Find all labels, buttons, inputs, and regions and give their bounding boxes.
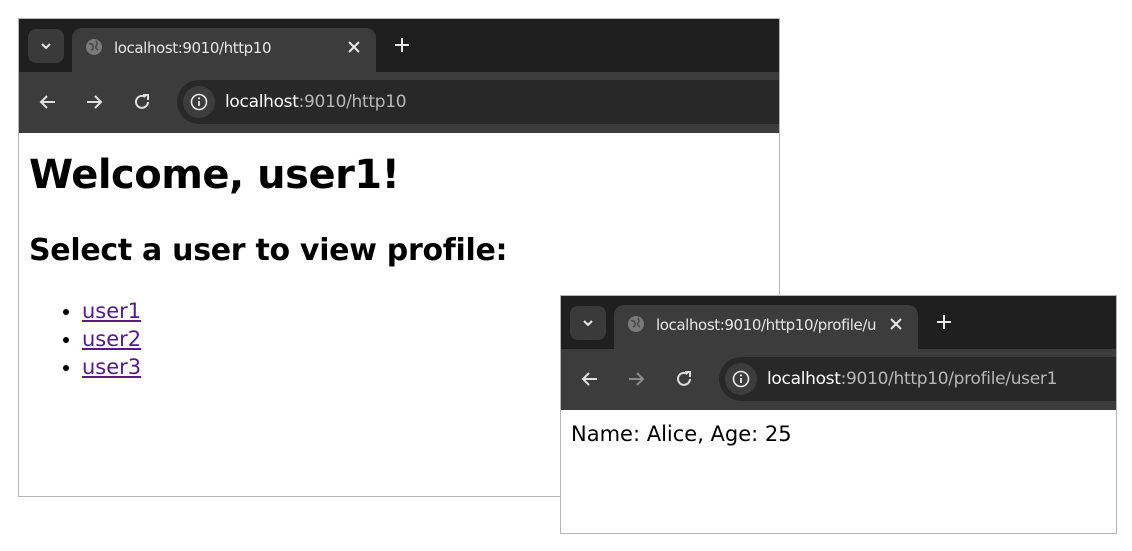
url-path: :9010/http10 <box>298 92 407 112</box>
page-content: Name: Alice, Age: 25 <box>561 422 1116 446</box>
reload-icon[interactable] <box>131 91 153 113</box>
site-info-button[interactable] <box>183 86 215 118</box>
arrow-right-icon[interactable] <box>83 91 105 113</box>
tab-search-button[interactable] <box>28 29 64 63</box>
url-path: :9010/http10/profile/user1 <box>840 369 1058 389</box>
arrow-left-icon[interactable] <box>579 368 601 390</box>
browser-toolbar: localhost:9010/http10/profile/user1 <box>561 349 1116 410</box>
url-text: localhost:9010/http10/profile/user1 <box>767 368 1057 390</box>
plus-icon[interactable] <box>393 36 411 54</box>
reload-icon[interactable] <box>673 368 695 390</box>
tab-active[interactable]: localhost:9010/http10 <box>72 28 376 72</box>
user-link-1[interactable]: user1 <box>82 299 141 323</box>
globe-icon <box>628 316 644 332</box>
address-bar[interactable]: localhost:9010/http10/profile/user1 <box>719 357 1116 401</box>
url-host: localhost <box>767 369 841 389</box>
tab-strip: localhost:9010/http10 <box>19 19 779 72</box>
info-icon <box>190 93 208 111</box>
page-subheading: Select a user to view profile: <box>29 233 508 268</box>
address-bar[interactable]: localhost:9010/http10 <box>177 80 779 124</box>
close-icon[interactable] <box>888 316 904 332</box>
tab-active[interactable]: localhost:9010/http10/profile/u <box>614 305 918 349</box>
chevron-down-icon <box>583 320 593 327</box>
tab-title: localhost:9010/http10/profile/u <box>656 316 877 334</box>
tab-title: localhost:9010/http10 <box>114 39 272 57</box>
chevron-down-icon <box>41 43 51 50</box>
plus-icon[interactable] <box>935 313 953 331</box>
user-link-3[interactable]: user3 <box>82 355 141 379</box>
globe-icon <box>86 39 102 55</box>
tab-strip: localhost:9010/http10/profile/u <box>561 296 1116 349</box>
info-icon <box>732 370 750 388</box>
tab-search-button[interactable] <box>570 306 606 340</box>
close-icon[interactable] <box>346 39 362 55</box>
browser-window-profile: localhost:9010/http10/profile/u localhos… <box>560 295 1117 534</box>
arrow-right-icon[interactable] <box>625 368 647 390</box>
url-text: localhost:9010/http10 <box>225 91 407 113</box>
browser-toolbar: localhost:9010/http10 <box>19 72 779 133</box>
page-heading: Welcome, user1! <box>29 152 400 198</box>
user-link-2[interactable]: user2 <box>82 327 141 351</box>
arrow-left-icon[interactable] <box>37 91 59 113</box>
url-host: localhost <box>225 92 299 112</box>
site-info-button[interactable] <box>725 363 757 395</box>
profile-text: Name: Alice, Age: 25 <box>571 422 792 446</box>
